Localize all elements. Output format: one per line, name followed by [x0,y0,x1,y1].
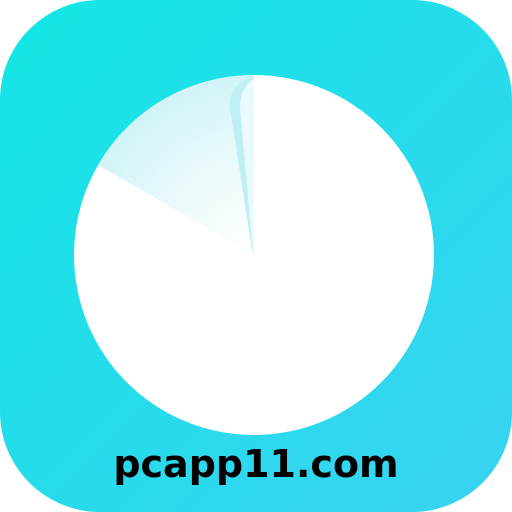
app-icon [0,0,512,512]
watermark-text: pcapp11.com [113,442,399,486]
app-icon-canvas: pcapp11.com [0,0,512,512]
